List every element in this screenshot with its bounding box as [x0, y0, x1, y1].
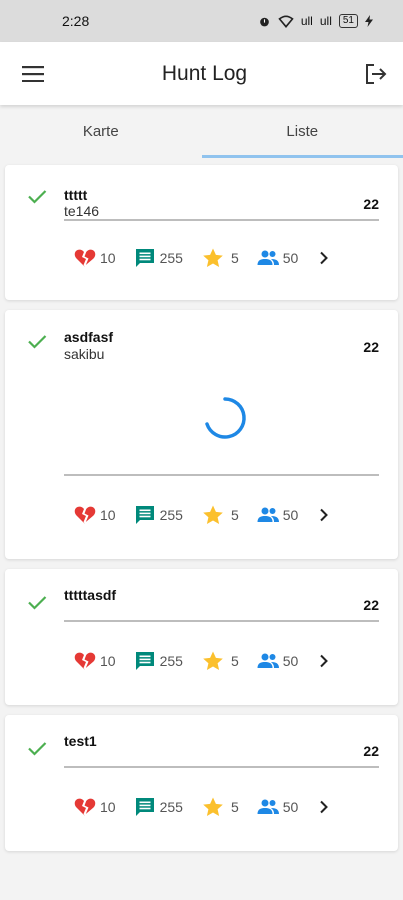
menu-button[interactable] [20, 61, 46, 87]
comments-stat: 255 [133, 246, 183, 270]
status-bar: 2:28 ull ull 51 [0, 0, 403, 42]
hunt-card[interactable]: tttttasdf 22 10 255 5 50 [5, 569, 398, 705]
comment-icon [135, 249, 154, 267]
page-title: Hunt Log [161, 61, 248, 85]
check-icon [28, 742, 47, 756]
broken-count: 10 [100, 250, 116, 266]
comment-icon [135, 506, 154, 524]
comments-count: 255 [159, 250, 183, 266]
comments-count: 255 [159, 507, 183, 523]
star-icon [203, 651, 223, 670]
broken-stat: 10 [73, 246, 116, 270]
comments-stat: 255 [133, 503, 183, 527]
broken-stat: 10 [73, 503, 116, 527]
broken-count: 10 [100, 653, 116, 669]
logout-icon [365, 63, 387, 84]
card-subtitle: te146 [64, 203, 100, 219]
stars-count: 5 [230, 507, 239, 523]
star-icon [203, 797, 223, 816]
hunt-card[interactable]: asdfasf sakibu 22 10 255 5 50 [5, 310, 398, 559]
card-divider [64, 219, 379, 221]
card-divider [64, 766, 379, 768]
stars-stat: 5 [201, 246, 239, 270]
people-stat: 50 [256, 795, 299, 819]
card-stats: 10 255 5 50 [73, 795, 332, 819]
people-stat: 50 [256, 503, 299, 527]
group-icon [257, 507, 279, 522]
loading-spinner [205, 397, 246, 439]
card-title: ttttt [64, 187, 88, 203]
hunt-card[interactable]: test1 22 10 255 5 50 [5, 715, 398, 851]
broken-count: 10 [100, 799, 116, 815]
tab-liste[interactable]: Liste [201, 105, 403, 158]
people-stat: 50 [256, 649, 299, 673]
wifi-icon [278, 14, 294, 28]
menu-icon [22, 65, 44, 82]
card-stats: 10 255 5 50 [73, 649, 332, 673]
check-icon [28, 190, 47, 204]
alarm-icon [260, 17, 269, 26]
group-icon [257, 653, 279, 668]
hunt-card[interactable]: ttttt te146 22 10 255 5 50 [5, 165, 398, 300]
comment-icon [135, 652, 154, 670]
comments-stat: 255 [133, 795, 183, 819]
charging-icon [365, 15, 373, 27]
stars-count: 5 [230, 799, 239, 815]
card-count: 22 [363, 339, 379, 355]
people-count: 50 [282, 799, 299, 815]
group-icon [257, 250, 279, 265]
card-count: 22 [363, 743, 379, 759]
broken-stat: 10 [73, 649, 116, 673]
chevron-right-icon[interactable] [316, 653, 332, 669]
chevron-right-icon[interactable] [316, 250, 332, 266]
status-time: 2:28 [62, 13, 90, 29]
battery-indicator: 51 [338, 14, 358, 28]
signal-1-text: ull [300, 14, 313, 28]
stars-count: 5 [230, 653, 239, 669]
star-icon [203, 248, 223, 267]
people-count: 50 [282, 653, 299, 669]
card-stats: 10 255 5 50 [73, 503, 332, 527]
comments-count: 255 [159, 653, 183, 669]
people-stat: 50 [256, 246, 299, 270]
heart-broken-icon [74, 798, 96, 816]
hunt-list: ttttt te146 22 10 255 5 50 asdfasf sakib… [0, 158, 403, 851]
stars-stat: 5 [201, 649, 239, 673]
stars-count: 5 [230, 250, 239, 266]
heart-broken-icon [74, 249, 96, 267]
card-count: 22 [363, 196, 379, 212]
broken-stat: 10 [73, 795, 116, 819]
card-count: 22 [363, 597, 379, 613]
card-title: asdfasf [64, 329, 114, 345]
group-icon [257, 799, 279, 814]
stars-stat: 5 [201, 503, 239, 527]
check-icon [28, 596, 47, 610]
status-icons: ull ull 51 [258, 14, 373, 28]
card-stats: 10 255 5 50 [73, 246, 332, 270]
card-divider [64, 474, 379, 476]
check-icon [28, 335, 47, 349]
card-subtitle: sakibu [64, 346, 105, 362]
tab-bar: Karte Liste [0, 105, 403, 158]
heart-broken-icon [74, 652, 96, 670]
stars-stat: 5 [201, 795, 239, 819]
comment-icon [135, 798, 154, 816]
broken-count: 10 [100, 507, 116, 523]
app-bar: Hunt Log [0, 42, 403, 105]
people-count: 50 [282, 507, 299, 523]
chevron-right-icon[interactable] [316, 799, 332, 815]
signal-2-text: ull [319, 14, 332, 28]
card-divider [64, 620, 379, 622]
logout-button[interactable] [363, 61, 389, 87]
chevron-right-icon[interactable] [316, 507, 332, 523]
card-title: test1 [64, 733, 97, 749]
comments-stat: 255 [133, 649, 183, 673]
card-title: tttttasdf [64, 587, 117, 603]
star-icon [203, 505, 223, 524]
people-count: 50 [282, 250, 299, 266]
comments-count: 255 [159, 799, 183, 815]
tab-karte[interactable]: Karte [0, 105, 202, 158]
heart-broken-icon [74, 506, 96, 524]
